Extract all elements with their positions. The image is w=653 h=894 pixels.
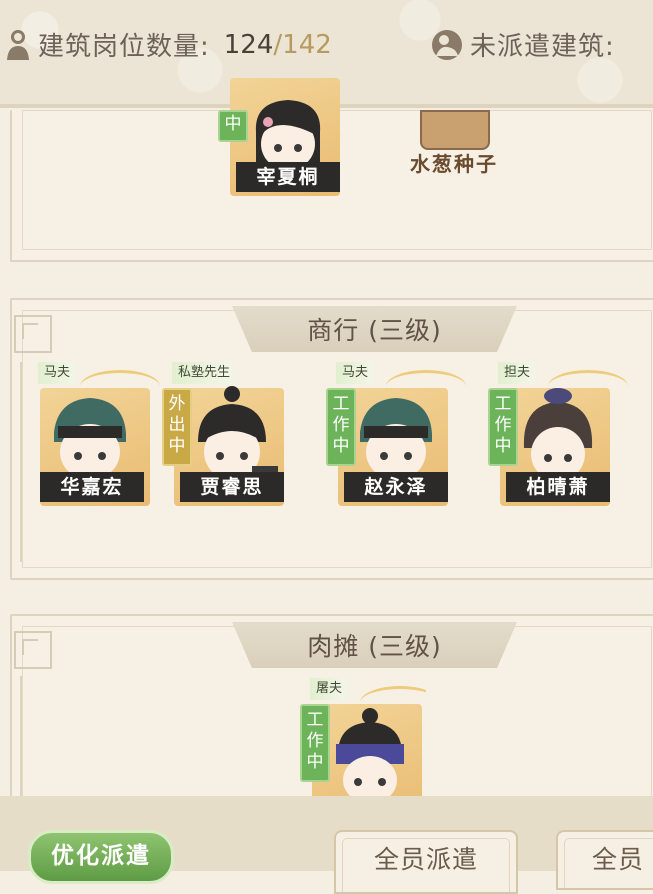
assigned-label: 建筑岗位数量: [38, 32, 210, 62]
dispatch-all-label: 全员派遣 [373, 845, 478, 874]
worker-card[interactable]: 中 宰夏桐 [218, 50, 344, 200]
status-badge-working: 工作中 [300, 704, 330, 782]
worker-name: 柏晴萧 [506, 472, 610, 502]
optimize-dispatch-button[interactable]: 优化派遣 [28, 830, 174, 884]
role-tag: 马夫 [336, 362, 379, 384]
unassigned-counter: 未派遣建筑: [430, 26, 615, 63]
status-badge-out: 外出中 [162, 388, 192, 466]
item-name: 水葱种子 [410, 152, 498, 176]
corner-ornament [14, 315, 52, 353]
dispatch-all-button[interactable]: 全员派遣 [334, 830, 518, 894]
status-badge-working: 工作中 [488, 388, 518, 466]
role-tag: 屠夫 [310, 678, 353, 700]
worker-name: 贾睿思 [180, 472, 284, 502]
worker-card[interactable]: 私塾先生 外出中 贾睿思 [162, 360, 288, 510]
divider [20, 676, 22, 796]
worker-name: 华嘉宏 [40, 472, 144, 502]
worker-card[interactable]: 屠夫 工作中 [300, 676, 426, 796]
unassigned-label: 未派遣建筑: [470, 32, 615, 62]
status-badge-working: 工作中 [326, 388, 356, 466]
corner-ornament [14, 631, 52, 669]
building-icon [432, 29, 462, 60]
section-title-text: 商行 (三级) [307, 316, 442, 345]
section-title: 肉摊 (三级) [232, 622, 517, 668]
person-icon [7, 29, 29, 60]
seed-item-icon [420, 110, 490, 150]
worker-name: 宰夏桐 [236, 162, 340, 192]
section-title-text: 肉摊 (三级) [307, 632, 442, 661]
worker-name: 赵永泽 [344, 472, 448, 502]
worker-card[interactable]: 担夫 工作中 柏晴萧 [488, 360, 628, 510]
dispatch-all-button-2[interactable]: 全员 [556, 830, 653, 890]
role-tag: 担夫 [498, 362, 541, 384]
worker-avatar [336, 708, 404, 796]
worker-card[interactable]: 马夫 华嘉宏 [20, 360, 160, 510]
dispatch-all-label-2: 全员 [592, 845, 645, 874]
worker-card[interactable]: 马夫 工作中 赵永泽 [326, 360, 466, 510]
role-tag: 私塾先生 [172, 362, 241, 384]
role-tag: 马夫 [38, 362, 81, 384]
section-title: 商行 (三级) [232, 306, 517, 352]
